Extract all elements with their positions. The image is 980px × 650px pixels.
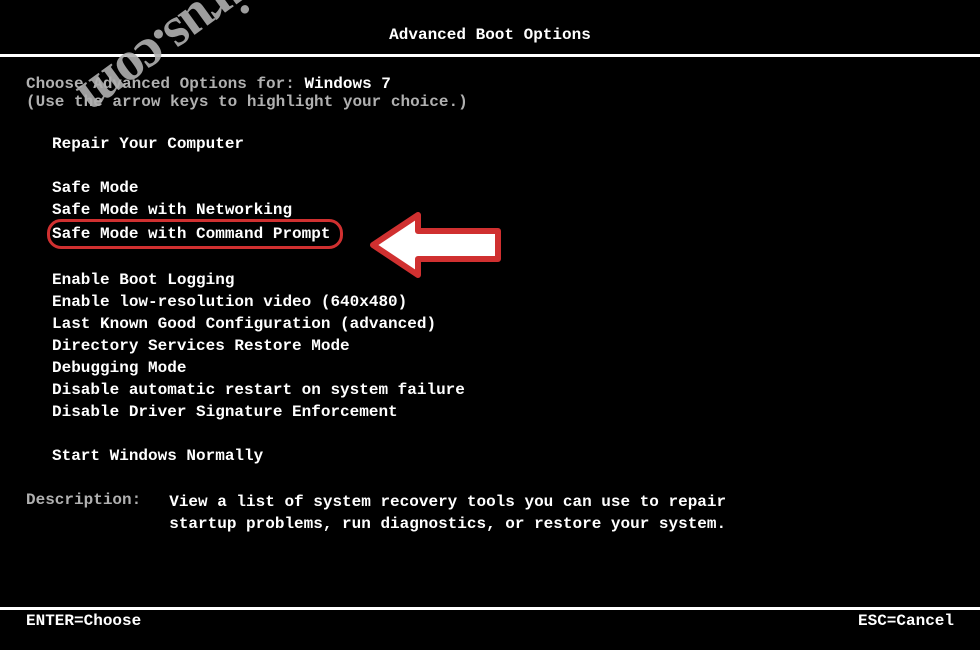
option-enable-boot-logging[interactable]: Enable Boot Logging — [52, 269, 954, 291]
footer-enter-hint: ENTER=Choose — [26, 612, 141, 630]
option-start-normally[interactable]: Start Windows Normally — [52, 445, 954, 467]
option-safe-mode[interactable]: Safe Mode — [52, 177, 954, 199]
footer-esc-hint: ESC=Cancel — [858, 612, 954, 630]
choose-advanced-line: Choose Advanced Options for: Windows 7 — [26, 75, 954, 93]
description-label: Description: — [26, 491, 141, 535]
option-low-res-video[interactable]: Enable low-resolution video (640x480) — [52, 291, 954, 313]
option-disable-driver-sig[interactable]: Disable Driver Signature Enforcement — [52, 401, 954, 423]
choose-prefix: Choose Advanced Options for: — [26, 75, 304, 93]
option-last-known-good[interactable]: Last Known Good Configuration (advanced) — [52, 313, 954, 335]
page-title: Advanced Boot Options — [0, 0, 980, 52]
option-safe-mode-networking[interactable]: Safe Mode with Networking — [52, 199, 954, 221]
footer: ENTER=Choose ESC=Cancel — [0, 607, 980, 630]
option-disable-auto-restart[interactable]: Disable automatic restart on system fail… — [52, 379, 954, 401]
hint-line: (Use the arrow keys to highlight your ch… — [26, 93, 954, 111]
option-repair-computer[interactable]: Repair Your Computer — [52, 133, 954, 155]
os-name: Windows 7 — [304, 75, 390, 93]
option-debugging-mode[interactable]: Debugging Mode — [52, 357, 954, 379]
option-directory-services-restore[interactable]: Directory Services Restore Mode — [52, 335, 954, 357]
description-text: View a list of system recovery tools you… — [169, 491, 729, 535]
option-safe-mode-command-prompt[interactable]: Safe Mode with Command Prompt — [47, 219, 343, 249]
